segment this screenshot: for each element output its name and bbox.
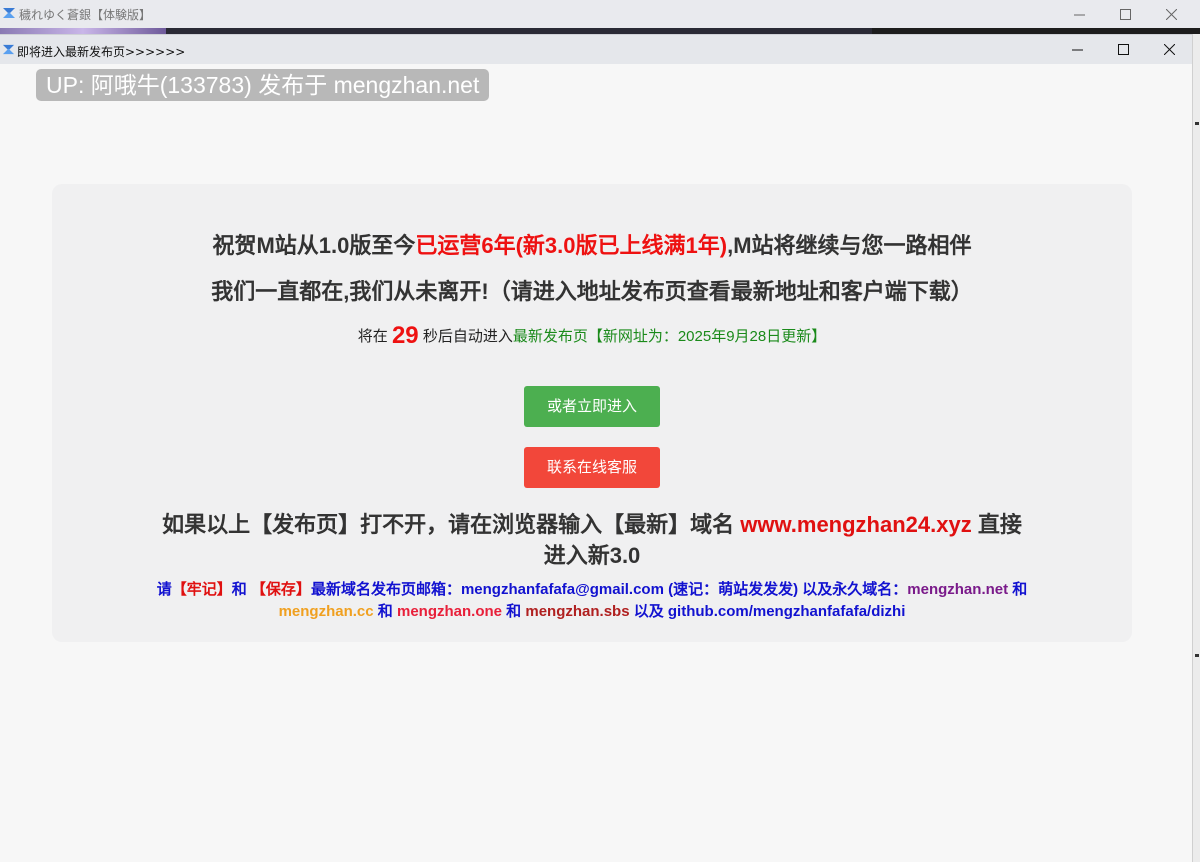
maximize-icon [1117, 44, 1129, 55]
minimize-icon [1073, 14, 1085, 15]
save-tag: 【保存】 [250, 581, 311, 598]
domain-sbs-link[interactable]: mengzhan.sbs [525, 603, 629, 620]
heading-text: ,M站将继续与您一路相伴 [727, 233, 972, 258]
edge-mark [1195, 654, 1199, 657]
heading-text: 祝贺M站从1.0版至今 [212, 233, 416, 258]
outer-window-edge [1192, 34, 1200, 862]
mail-text: 请 [156, 581, 172, 598]
countdown-seconds: 29 [391, 322, 419, 349]
heading-highlight: 已运营6年(新3.0版已上线满1年) [415, 233, 728, 258]
enter-now-button[interactable]: 或者立即进入 [524, 386, 660, 427]
close-icon [1165, 8, 1177, 20]
customer-service-button[interactable]: 联系在线客服 [524, 447, 660, 488]
maximize-button[interactable] [1102, 0, 1148, 28]
maximize-icon [1119, 8, 1131, 20]
outer-window-titlebar[interactable]: 穢れゆく蒼銀【体験版】 [0, 0, 1200, 28]
mail-line-2: mengzhan.cc 和 mengzhan.one 和 mengzhan.sb… [52, 600, 1132, 621]
countdown-prefix: 将在 [357, 328, 388, 345]
mail-text: 最新域名发布页邮箱：mengzhanfafafa@gmail.com (速记：萌… [310, 581, 908, 598]
fallback-text: 如果以上【发布页】打不开，请在浏览器输入【最新】域名 [162, 512, 735, 537]
github-link[interactable]: 以及 github.com/mengzhanfafafa/dizhi [634, 603, 906, 620]
mail-text: 和 [1012, 581, 1028, 598]
inner-window-titlebar[interactable]: 即将进入最新发布页>>>>>> [0, 34, 1192, 64]
close-button[interactable] [1146, 35, 1192, 64]
fallback-line-2: 进入新3.0 [543, 543, 641, 568]
app-icon [2, 44, 15, 55]
fallback-text: 直接 [977, 512, 1022, 537]
minimize-button[interactable] [1056, 0, 1102, 28]
close-button[interactable] [1148, 0, 1194, 28]
edge-mark [1195, 122, 1199, 125]
mail-text: 和 [231, 581, 247, 598]
latest-domain-link[interactable]: www.mengzhan24.xyz [740, 512, 971, 537]
domain-net-link[interactable]: mengzhan.net [907, 581, 1008, 598]
outer-window-title: 穢れゆく蒼銀【体験版】 [19, 8, 152, 22]
maximize-button[interactable] [1100, 35, 1146, 64]
minimize-button[interactable] [1054, 35, 1100, 64]
countdown-middle: 秒后自动进入 [422, 328, 513, 345]
fallback-line-1: 如果以上【发布页】打不开，请在浏览器输入【最新】域名 www.mengzhan2… [52, 507, 1132, 539]
remember-tag: 【牢记】 [171, 581, 232, 598]
close-icon [1163, 44, 1175, 55]
domain-one-link[interactable]: mengzhan.one [397, 603, 502, 620]
countdown-line: 将在 29 秒后自动进入最新发布页【新网址为：2025年9月28日更新】 [52, 322, 1132, 350]
mail-text: 和 [377, 603, 393, 620]
mail-line-1: 请【牢记】和 【保存】最新域名发布页邮箱：mengzhanfafafa@gmai… [52, 578, 1132, 599]
update-note: 【新网址为：2025年9月28日更新】 [587, 328, 827, 345]
stay-heading: 我们一直都在,我们从未离开!（请进入地址发布页查看最新地址和客户端下载） [211, 279, 973, 304]
uploader-badge: UP: 阿哦牛(133783) 发布于 mengzhan.net [36, 69, 490, 101]
notice-card: 祝贺M站从1.0版至今已运营6年(新3.0版已上线满1年),M站将继续与您一路相… [52, 184, 1132, 642]
app-icon [3, 8, 15, 18]
release-page-link[interactable]: 最新发布页 [513, 328, 588, 345]
minimize-icon [1071, 49, 1083, 51]
inner-window-title: 即将进入最新发布页>>>>>> [17, 45, 186, 59]
mail-text: 和 [506, 603, 522, 620]
celebration-heading: 祝贺M站从1.0版至今已运营6年(新3.0版已上线满1年),M站将继续与您一路相… [52, 228, 1132, 260]
domain-cc-link[interactable]: mengzhan.cc [279, 603, 374, 620]
